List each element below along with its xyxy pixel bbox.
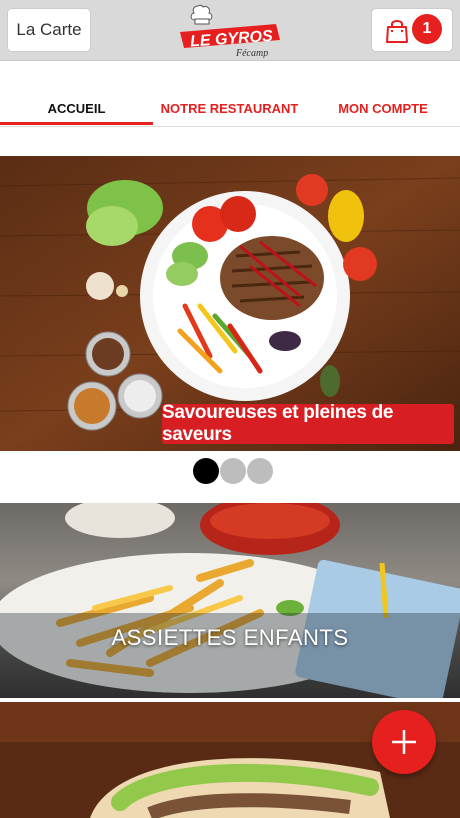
category-card-assiettes-enfants[interactable]: ASSIETTES ENFANTS	[0, 503, 460, 698]
menu-button-label: La Carte	[16, 20, 82, 39]
slider-dot-3[interactable]	[247, 458, 273, 484]
add-button[interactable]	[372, 710, 436, 774]
plus-icon	[392, 730, 416, 754]
tab-mon-compte-label: MON COMPTE	[338, 100, 428, 116]
category-title: ASSIETTES ENFANTS	[111, 625, 349, 650]
tab-notre-restaurant-label: NOTRE RESTAURANT	[160, 100, 299, 116]
hero-slogan: Savoureuses et pleines de saveurs	[162, 402, 454, 445]
cart-button[interactable]: 1	[371, 8, 453, 52]
tab-mon-compte[interactable]: MON COMPTE	[306, 92, 460, 124]
slider-pagination	[193, 458, 273, 486]
tab-notre-restaurant[interactable]: NOTRE RESTAURANT	[153, 92, 306, 124]
shopping-bag-icon	[386, 20, 408, 43]
hero-slider[interactable]: Savoureuses et pleines de saveurs	[0, 156, 460, 451]
logo-subtext: Fécamp	[235, 48, 268, 58]
tab-accueil[interactable]: ACCUEIL	[0, 92, 153, 124]
category-image	[0, 503, 460, 698]
tab-accueil-label: ACCUEIL	[47, 100, 106, 116]
nav-tabs: ACCUEIL NOTRE RESTAURANT MON COMPTE	[0, 92, 460, 127]
cart-count-badge: 1	[412, 14, 442, 44]
hero-slogan-text: Savoureuses et pleines de saveurs	[162, 402, 394, 445]
menu-button[interactable]: La Carte	[7, 8, 91, 52]
logo-graphic: LE GYROS Fécamp	[180, 4, 280, 59]
logo[interactable]: LE GYROS Fécamp	[176, 2, 286, 59]
slider-dot-2[interactable]	[220, 458, 246, 484]
slider-dot-1[interactable]	[193, 458, 219, 484]
app-header: La Carte LE GYROS Fécamp 1	[0, 0, 460, 61]
active-tab-indicator	[0, 122, 153, 125]
